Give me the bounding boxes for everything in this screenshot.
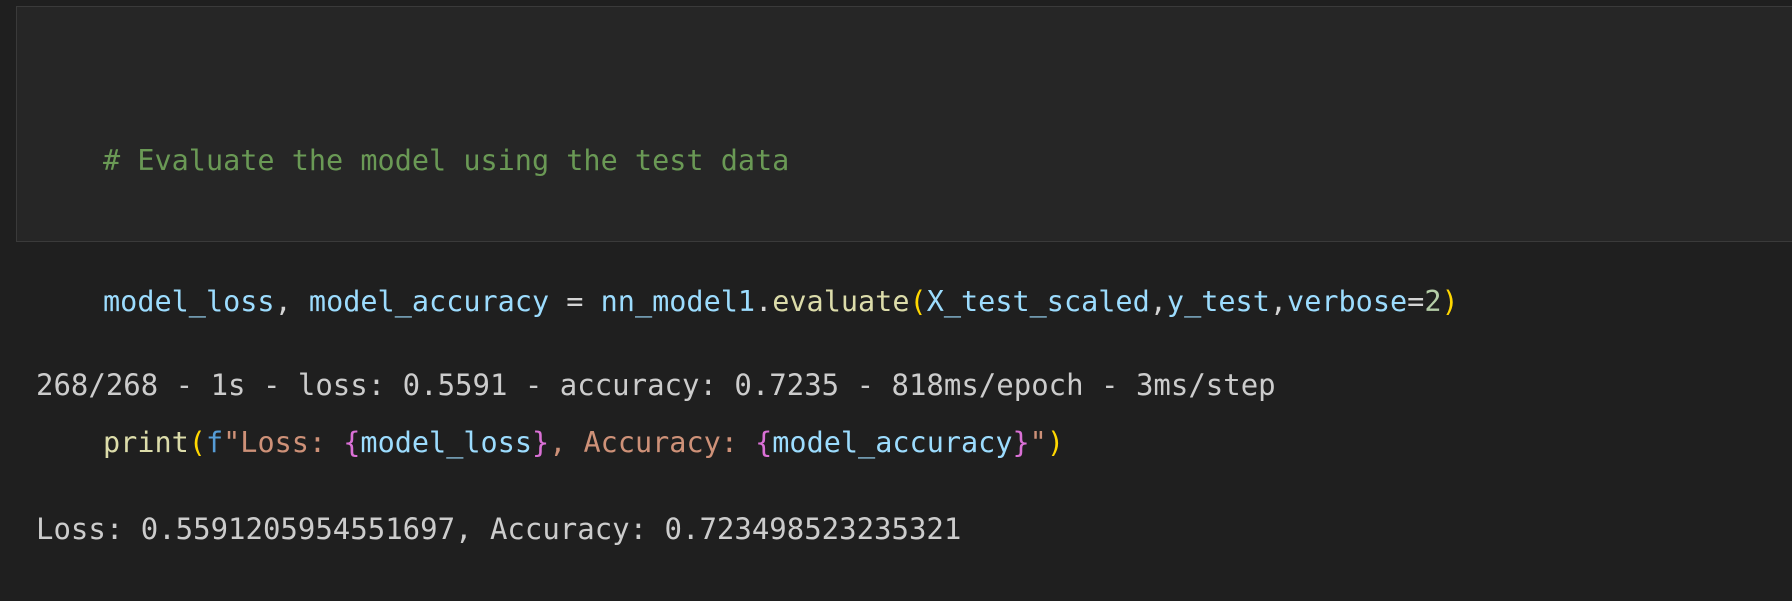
output-line-progress: 268/268 - 1s - loss: 0.5591 - accuracy: … xyxy=(36,368,1276,402)
token-equals: = xyxy=(1407,285,1425,318)
token-kwarg-verbose: verbose xyxy=(1287,285,1408,318)
output-line-result: Loss: 0.5591205954551697, Accuracy: 0.72… xyxy=(36,512,962,546)
token-number: 2 xyxy=(1424,285,1442,318)
code-line-1[interactable]: # Evaluate the model using the test data xyxy=(103,137,1459,184)
code-cell-editor[interactable]: # Evaluate the model using the test data… xyxy=(16,6,1792,459)
code-comment: # Evaluate the model using the test data xyxy=(103,144,790,177)
cell-output: 268/268 - 1s - loss: 0.5591 - accuracy: … xyxy=(36,265,1276,601)
token-close-paren: ) xyxy=(1441,285,1459,318)
